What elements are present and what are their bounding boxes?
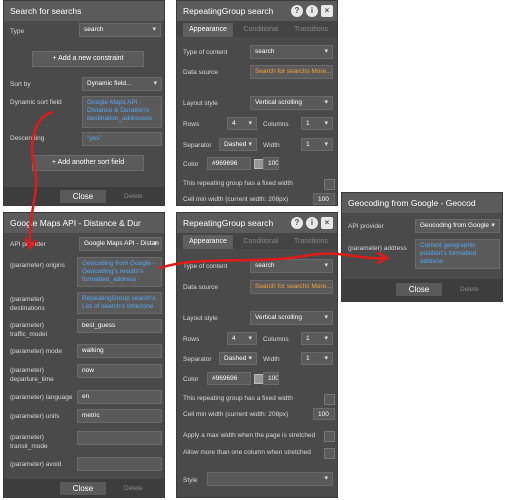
annotation-arrows bbox=[24, 110, 390, 270]
arrow-origins-to-geocoding bbox=[158, 252, 387, 270]
arrow-sort-to-origins bbox=[28, 110, 54, 247]
